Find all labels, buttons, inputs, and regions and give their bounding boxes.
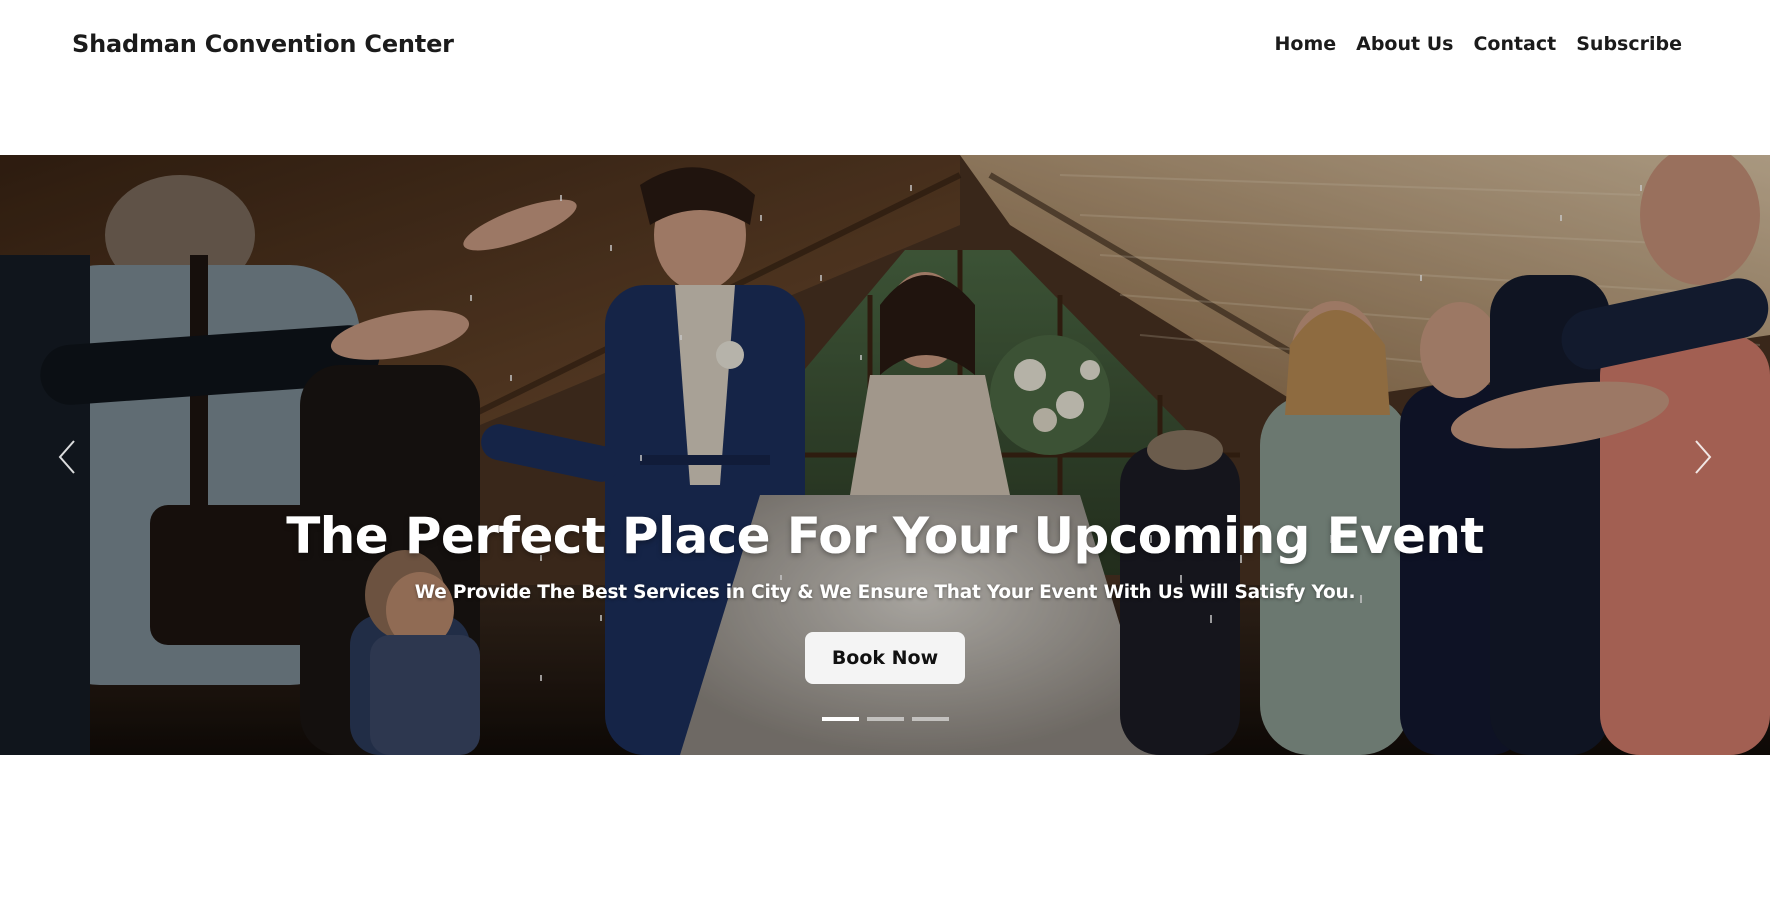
carousel-indicators	[0, 717, 1770, 721]
nav-link-contact[interactable]: Contact	[1473, 33, 1556, 55]
navbar: Shadman Convention Center Home About Us …	[0, 0, 1770, 92]
hero-carousel: The Perfect Place For Your Upcoming Even…	[0, 155, 1770, 755]
hero-caption: The Perfect Place For Your Upcoming Even…	[0, 511, 1770, 684]
chevron-right-icon	[1695, 440, 1712, 474]
chevron-left-icon	[58, 440, 75, 474]
book-now-button[interactable]: Book Now	[805, 632, 965, 684]
carousel-prev-button[interactable]	[48, 435, 88, 479]
carousel-indicator-2[interactable]	[866, 717, 904, 721]
nav-link-about-us[interactable]: About Us	[1356, 33, 1453, 55]
nav-link-home[interactable]: Home	[1274, 33, 1336, 55]
hero-subtitle: We Provide The Best Services in City & W…	[414, 582, 1356, 603]
hero-title: The Perfect Place For Your Upcoming Even…	[286, 507, 1484, 565]
carousel-indicator-3[interactable]	[911, 717, 949, 721]
brand-logo[interactable]: Shadman Convention Center	[72, 30, 454, 58]
carousel-indicator-1[interactable]	[821, 717, 859, 721]
nav-link-subscribe[interactable]: Subscribe	[1576, 33, 1682, 55]
main-nav: Home About Us Contact Subscribe	[1274, 33, 1682, 55]
carousel-next-button[interactable]	[1682, 435, 1722, 479]
